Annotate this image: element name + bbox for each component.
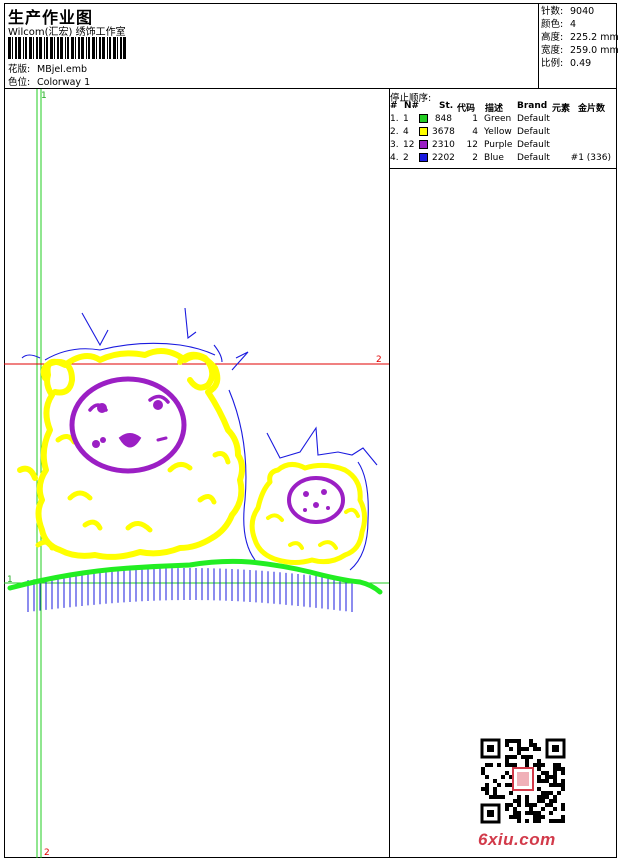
yellow-big-sheep-curls <box>35 434 231 551</box>
design-stats: 针数: 9040 颜色: 4 高度: 225.2 mm 宽度: 259.0 mm 比例:… <box>541 5 619 70</box>
table-row: 2. 4 3678 4 Yellow Default <box>389 127 617 140</box>
design-label: 花版: <box>8 64 31 75</box>
stop-sequence-table: # N# St. 代码 描述 Brand 元素 金片数 1. 1 848 1 G… <box>389 101 617 166</box>
panel-divider <box>389 88 390 858</box>
col-header-description: 描述 <box>485 104 504 114</box>
row-brand: Default <box>517 153 550 163</box>
colors-label: 颜色: <box>541 19 564 30</box>
color-swatch-purple <box>419 140 428 149</box>
row-description: Yellow <box>484 127 512 137</box>
row-index: 1. <box>390 114 399 124</box>
scale-value: 0.49 <box>570 58 592 69</box>
green-grass-line <box>7 558 383 595</box>
row-index: 2. <box>390 127 399 137</box>
stitches-value: 9040 <box>570 6 595 17</box>
row-sequins: #1 (336) <box>570 153 611 163</box>
row-code: 1 <box>472 114 478 124</box>
width-value: 259.0 mm <box>570 45 619 56</box>
guide-label-top: 1 <box>41 91 47 101</box>
height-value: 225.2 mm <box>570 32 619 43</box>
watermark-text: 6xiu.com <box>478 830 556 849</box>
color-swatch-green <box>419 114 428 123</box>
width-label: 宽度: <box>541 45 564 56</box>
stats-box-divider <box>538 3 539 89</box>
colorway-line: 色位: Colorway 1 <box>8 74 90 88</box>
qr-center-logo-inner <box>517 772 529 786</box>
color-swatch-blue <box>419 153 428 162</box>
guide-label-left: 1 <box>7 575 13 585</box>
purple-small-face <box>287 476 345 524</box>
stitches-label: 针数: <box>541 6 564 17</box>
stop-table-bottom-rule <box>389 168 617 169</box>
table-row: 4. 2 2202 2 Blue Default #1 (336) <box>389 153 617 166</box>
row-code: 4 <box>472 127 478 137</box>
row-code: 2 <box>472 153 478 163</box>
company-name: Wilcom(汇宏) 绣饰工作室 <box>8 27 126 38</box>
row-brand: Default <box>517 114 550 124</box>
yellow-small-sheep-curls <box>266 507 360 550</box>
col-header-code: 代码 <box>457 104 476 114</box>
height-label: 高度: <box>541 32 564 43</box>
row-needle: 1 <box>403 114 409 124</box>
row-description: Blue <box>484 153 504 163</box>
design-file-line: 花版: MBjel.emb <box>8 61 87 75</box>
col-header-stitches: St. <box>439 101 454 111</box>
row-stitches: 2310 <box>432 140 455 150</box>
row-stitches: 3678 <box>432 127 455 137</box>
row-brand: Default <box>517 140 550 150</box>
colorway-label: 色位: <box>8 77 31 88</box>
guide-label-bottom: 2 <box>44 848 50 858</box>
color-swatch-yellow <box>419 127 428 136</box>
embroidery-preview: 1 2 1 2 <box>4 89 389 858</box>
table-row: 1. 1 848 1 Green Default <box>389 114 617 127</box>
row-needle: 4 <box>403 127 409 137</box>
row-code: 12 <box>466 140 478 150</box>
colors-value: 4 <box>570 19 577 30</box>
row-needle: 12 <box>403 140 415 150</box>
row-stitches: 2202 <box>432 153 455 163</box>
row-index: 4. <box>390 153 399 163</box>
row-index: 3. <box>390 140 399 150</box>
row-needle: 2 <box>403 153 409 163</box>
colorway-name: Colorway 1 <box>37 77 91 88</box>
purple-big-face <box>69 376 187 474</box>
guide-label-right: 2 <box>376 355 382 365</box>
col-header-index: # <box>390 101 398 111</box>
col-header-brand: Brand <box>517 101 548 111</box>
col-header-elements: 元素 <box>552 104 571 114</box>
col-header-needle: N# <box>404 101 420 111</box>
row-stitches: 848 <box>434 114 452 124</box>
scale-label: 比例: <box>541 58 564 69</box>
qr-code <box>480 738 566 824</box>
row-description: Purple <box>484 140 513 150</box>
row-brand: Default <box>517 127 550 137</box>
stop-table-header: # N# St. 代码 描述 Brand 元素 金片数 <box>389 101 617 114</box>
row-description: Green <box>484 114 512 124</box>
table-row: 3. 12 2310 12 Purple Default <box>389 140 617 153</box>
col-header-sequins: 金片数 <box>578 104 606 114</box>
design-barcode <box>8 37 126 59</box>
